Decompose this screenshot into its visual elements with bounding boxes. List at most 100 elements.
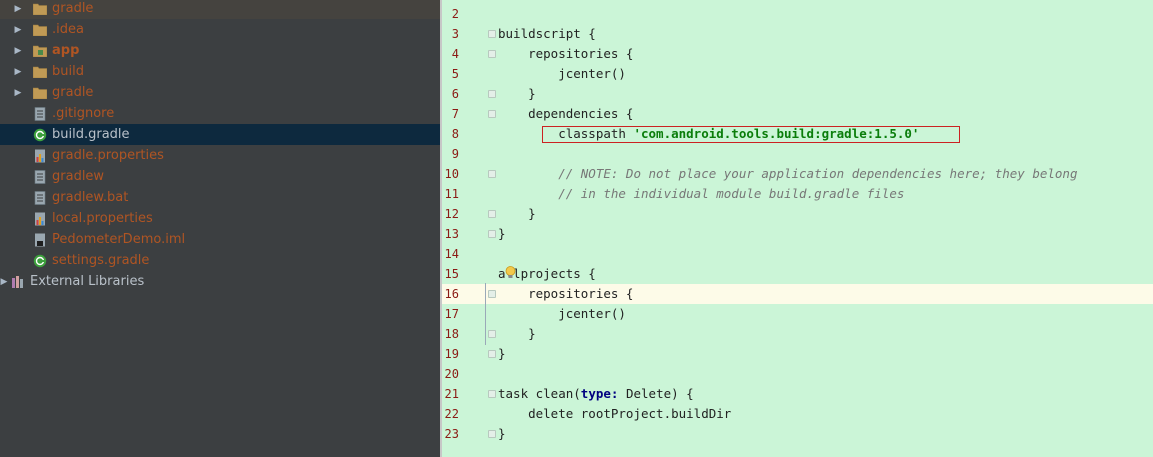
tree-item-label: gradle bbox=[52, 85, 94, 100]
module-folder-icon bbox=[32, 43, 48, 59]
line-number: 7 bbox=[451, 107, 459, 121]
properties-file-icon bbox=[32, 211, 48, 227]
code-line[interactable]: 5 jcenter() bbox=[442, 64, 1153, 84]
fold-marker-icon[interactable] bbox=[488, 390, 496, 398]
line-number: 17 bbox=[444, 307, 459, 321]
line-number: 15 bbox=[444, 267, 459, 281]
folder-icon bbox=[32, 85, 48, 101]
code-line[interactable]: 6 } bbox=[442, 84, 1153, 104]
code-line[interactable]: 12 } bbox=[442, 204, 1153, 224]
code-line[interactable]: 4 repositories { bbox=[442, 44, 1153, 64]
fold-marker-icon[interactable] bbox=[488, 30, 496, 38]
code-line[interactable]: 14 bbox=[442, 244, 1153, 264]
line-number: 2 bbox=[451, 7, 459, 21]
line-number: 20 bbox=[444, 367, 459, 381]
line-number: 18 bbox=[444, 327, 459, 341]
code-text: } bbox=[498, 226, 506, 241]
code-line[interactable]: 10 // NOTE: Do not place your applicatio… bbox=[442, 164, 1153, 184]
code-editor[interactable]: 2 3 buildscript {4 repositories {5 jcenter… bbox=[442, 0, 1153, 457]
text-file-icon bbox=[32, 190, 48, 206]
line-number: 8 bbox=[451, 127, 459, 141]
code-line[interactable]: 13} bbox=[442, 224, 1153, 244]
code-text: } bbox=[498, 86, 536, 101]
tree-item-gradle-properties[interactable]: gradle.properties bbox=[0, 145, 440, 166]
tree-item-build-gradle[interactable]: build.gradle bbox=[0, 124, 440, 145]
tree-item-gradle[interactable]: ▶ gradle bbox=[0, 0, 440, 19]
tree-item-idea[interactable]: ▶ .idea bbox=[0, 19, 440, 40]
gradle-file-icon bbox=[32, 253, 48, 269]
code-line[interactable]: 16 repositories { bbox=[442, 284, 1153, 304]
tree-item-label: gradle bbox=[52, 1, 94, 16]
code-text: } bbox=[498, 206, 536, 221]
code-text: repositories { bbox=[498, 46, 634, 61]
fold-marker-icon[interactable] bbox=[488, 210, 496, 218]
tree-item-label: build.gradle bbox=[52, 127, 130, 142]
folder-icon bbox=[32, 64, 48, 80]
expand-arrow-icon[interactable]: ▶ bbox=[12, 46, 24, 56]
code-line[interactable]: 2 bbox=[442, 4, 1153, 24]
code-line[interactable]: 19} bbox=[442, 344, 1153, 364]
fold-marker-icon[interactable] bbox=[488, 50, 496, 58]
line-number: 5 bbox=[451, 67, 459, 81]
expand-arrow-icon[interactable]: ▶ bbox=[12, 4, 24, 14]
code-line[interactable]: 11 // in the individual module build.gra… bbox=[442, 184, 1153, 204]
fold-marker-icon[interactable] bbox=[488, 90, 496, 98]
project-tree-panel: ▶ gradle ▶ .idea ▶ app ▶ build ▶ gradle .gitignore… bbox=[0, 0, 440, 457]
tree-item-external-libraries[interactable]: ▶ External Libraries bbox=[0, 271, 440, 292]
code-line[interactable]: 9 bbox=[442, 144, 1153, 164]
fold-marker-icon[interactable] bbox=[488, 350, 496, 358]
line-number: 22 bbox=[444, 407, 459, 421]
tree-item-app[interactable]: ▶ app bbox=[0, 40, 440, 61]
tree-item-label: gradle.properties bbox=[52, 148, 164, 163]
code-text: task clean(type: Delete) { bbox=[498, 384, 694, 404]
code-line[interactable]: 3 buildscript { bbox=[442, 24, 1153, 44]
code-line[interactable]: 7 dependencies { bbox=[442, 104, 1153, 124]
line-number: 10 bbox=[444, 167, 459, 181]
tree-item-gitignore[interactable]: .gitignore bbox=[0, 103, 440, 124]
code-text: buildscript { bbox=[498, 26, 596, 41]
tree-item-gradlew[interactable]: gradlew bbox=[0, 166, 440, 187]
code-text: repositories { bbox=[498, 286, 634, 301]
tree-item-build[interactable]: ▶ build bbox=[0, 61, 440, 82]
code-text: jcenter() bbox=[498, 306, 626, 321]
code-line[interactable]: 17 jcenter() bbox=[442, 304, 1153, 324]
fold-marker-icon[interactable] bbox=[488, 170, 496, 178]
code-segment: task clean( bbox=[498, 386, 581, 401]
fold-marker-icon[interactable] bbox=[488, 330, 496, 338]
text-file-icon bbox=[32, 106, 48, 122]
line-number: 14 bbox=[444, 247, 459, 261]
code-line[interactable]: 23} bbox=[442, 424, 1153, 444]
code-text: jcenter() bbox=[498, 66, 626, 81]
folder-icon bbox=[32, 22, 48, 38]
line-number: 9 bbox=[451, 147, 459, 161]
tree-item-gradlew-bat[interactable]: gradlew.bat bbox=[0, 187, 440, 208]
expand-arrow-icon[interactable]: ▶ bbox=[12, 67, 24, 77]
code-line[interactable]: 15 allprojects { bbox=[442, 264, 1153, 284]
code-text: // NOTE: Do not place your application d… bbox=[498, 166, 1078, 181]
fold-marker-icon[interactable] bbox=[488, 290, 496, 298]
code-line[interactable]: 20 bbox=[442, 364, 1153, 384]
lightbulb-icon[interactable] bbox=[505, 266, 516, 279]
fold-marker-icon[interactable] bbox=[488, 430, 496, 438]
fold-marker-icon[interactable] bbox=[488, 110, 496, 118]
code-segment: Delete) { bbox=[618, 386, 694, 401]
tree-item-settings-gradle[interactable]: settings.gradle bbox=[0, 250, 440, 271]
code-line[interactable]: 22 delete rootProject.buildDir bbox=[442, 404, 1153, 424]
line-number: 11 bbox=[444, 187, 459, 201]
tree-item-label: .gitignore bbox=[52, 106, 115, 121]
properties-file-icon bbox=[32, 148, 48, 164]
tree-item-local-properties[interactable]: local.properties bbox=[0, 208, 440, 229]
expand-arrow-icon[interactable]: ▶ bbox=[12, 88, 24, 98]
tree-item-label: External Libraries bbox=[30, 274, 145, 289]
code-line[interactable]: 18 } bbox=[442, 324, 1153, 344]
tree-item-pedometerdemo-iml[interactable]: PedometerDemo.iml bbox=[0, 229, 440, 250]
fold-marker-icon[interactable] bbox=[488, 230, 496, 238]
code-line[interactable]: 21 task clean(type: Delete) { bbox=[442, 384, 1153, 404]
tree-item-label: app bbox=[52, 43, 80, 58]
tree-item-label: settings.gradle bbox=[52, 253, 150, 268]
tree-item-gradle[interactable]: ▶ gradle bbox=[0, 82, 440, 103]
line-number: 3 bbox=[451, 27, 459, 41]
expand-arrow-icon[interactable]: ▶ bbox=[12, 25, 24, 35]
line-number: 12 bbox=[444, 207, 459, 221]
expand-arrow-icon[interactable]: ▶ bbox=[0, 277, 10, 287]
